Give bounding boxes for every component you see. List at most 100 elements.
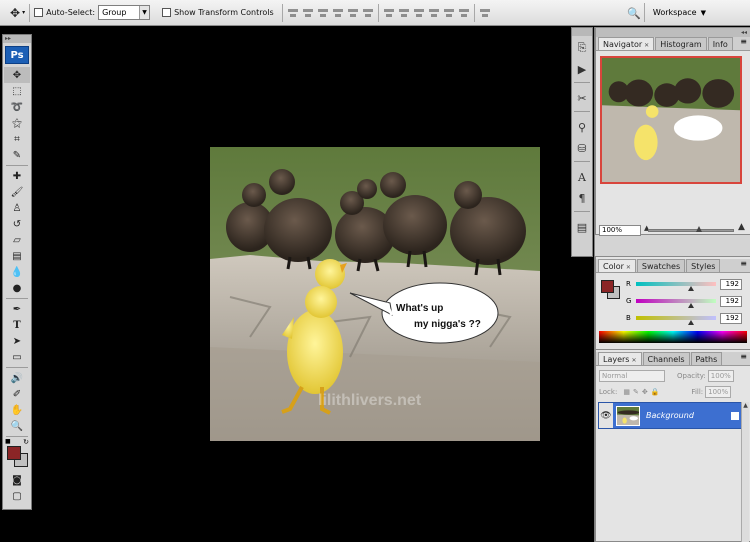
zoom-slider-knob[interactable] xyxy=(696,226,703,232)
scroll-up-icon[interactable]: ▲ xyxy=(742,402,749,410)
navigator-thumbnail[interactable] xyxy=(600,56,742,184)
opacity-field[interactable]: 100% xyxy=(707,369,734,382)
auto-select-dropdown[interactable]: Group ▼ xyxy=(98,5,151,20)
pen-tool-icon[interactable]: ✒ xyxy=(4,301,30,317)
blue-value-field[interactable]: 192 xyxy=(720,312,742,324)
shape-tool-icon[interactable]: ▭ xyxy=(4,349,30,365)
slice-tool-icon[interactable]: ✎ xyxy=(4,147,30,163)
tab-styles[interactable]: Styles xyxy=(686,259,721,272)
align-left-icon[interactable] xyxy=(332,7,344,19)
foreground-color-swatch[interactable] xyxy=(7,446,21,460)
color-foreground-swatch[interactable] xyxy=(601,280,614,293)
close-icon[interactable]: ✕ xyxy=(631,357,636,364)
history-brush-icon[interactable]: ↺ xyxy=(4,216,30,232)
zoom-tool-icon[interactable]: 🔍 xyxy=(4,418,30,434)
tab-paths[interactable]: Paths xyxy=(690,352,723,365)
path-selection-icon[interactable]: ➤ xyxy=(4,333,30,349)
align-top-icon[interactable] xyxy=(287,7,299,19)
tool-presets-icon[interactable]: ✂ xyxy=(573,89,591,107)
blend-mode-select[interactable]: Normal xyxy=(599,369,665,382)
paragraph-panel-icon[interactable]: ¶ xyxy=(573,189,591,207)
notes-tool-icon[interactable]: 🔊 xyxy=(4,370,30,386)
navigator-zoom-field[interactable]: 100% xyxy=(599,225,641,236)
auto-select-checkbox[interactable] xyxy=(34,8,44,17)
toolbox-grip[interactable]: ▸▸ xyxy=(3,35,31,43)
eye-icon[interactable]: 👁 xyxy=(599,403,613,428)
actions-panel-icon[interactable]: ▶ xyxy=(573,60,591,78)
clone-source-icon[interactable]: ⛁ xyxy=(573,139,591,157)
close-icon[interactable]: ✕ xyxy=(644,42,649,49)
fill-field[interactable]: 100% xyxy=(705,385,732,398)
default-colors-icon[interactable]: ■ xyxy=(5,438,11,445)
layers-scrollbar[interactable]: ▲ xyxy=(741,402,749,542)
tab-channels[interactable]: Channels xyxy=(642,352,690,365)
distribute-top-icon[interactable] xyxy=(383,7,395,19)
tab-swatches[interactable]: Swatches xyxy=(636,259,686,272)
distribute-hcenter-icon[interactable] xyxy=(443,7,455,19)
align-bottom-icon[interactable] xyxy=(317,7,329,19)
tab-navigator[interactable]: Navigator ✕ xyxy=(598,37,655,50)
close-icon[interactable]: ✕ xyxy=(626,264,631,271)
layer-name[interactable]: Background xyxy=(646,411,731,420)
move-tool-icon[interactable]: ✥ xyxy=(4,67,30,83)
brushes-panel-icon[interactable]: ⚲ xyxy=(573,118,591,136)
align-hcenter-icon[interactable] xyxy=(347,7,359,19)
panel-menu-icon[interactable]: ≡ xyxy=(740,352,747,365)
screen-mode-icon[interactable]: ▢ xyxy=(4,488,30,504)
panel-menu-icon[interactable]: ≡ xyxy=(740,259,747,272)
history-panel-icon[interactable]: ⎘ xyxy=(573,39,591,57)
quick-mask-icon[interactable]: ◙ xyxy=(4,472,30,488)
lock-image-icon[interactable]: ✎ xyxy=(633,388,639,396)
type-tool-icon[interactable]: T xyxy=(4,317,30,333)
layer-comps-icon[interactable]: ▤ xyxy=(573,218,591,236)
workspace-button[interactable]: Workspace ▼ xyxy=(643,3,714,22)
distribute-right-icon[interactable] xyxy=(458,7,470,19)
green-slider-track[interactable] xyxy=(636,299,716,308)
crop-tool-icon[interactable]: ⌗ xyxy=(4,131,30,147)
green-slider-knob[interactable] xyxy=(688,303,694,308)
panel-menu-icon[interactable]: ≡ xyxy=(740,37,747,50)
layer-row-background[interactable]: 👁 Background xyxy=(598,402,748,429)
green-value-field[interactable]: 192 xyxy=(720,295,742,307)
preset-dropdown-arrow[interactable]: ▾ xyxy=(22,9,25,16)
gradient-tool-icon[interactable]: ▤ xyxy=(4,248,30,264)
hand-tool-icon[interactable]: ✋ xyxy=(4,402,30,418)
move-tool-preset-icon[interactable]: ✥ xyxy=(10,6,20,20)
align-right-icon[interactable] xyxy=(362,7,374,19)
lock-position-icon[interactable]: ✥ xyxy=(642,388,648,396)
lock-all-icon[interactable]: 🔒 xyxy=(651,388,660,396)
tab-layers[interactable]: Layers ✕ xyxy=(598,352,642,365)
distribute-left-icon[interactable] xyxy=(428,7,440,19)
blue-slider-knob[interactable] xyxy=(688,320,694,325)
magic-wand-tool-icon[interactable]: ⚝ xyxy=(4,115,30,131)
red-value-field[interactable]: 192 xyxy=(720,278,742,290)
character-panel-icon[interactable]: A xyxy=(573,168,591,186)
eyedropper-tool-icon[interactable]: ✐ xyxy=(4,386,30,402)
healing-brush-icon[interactable]: ✚ xyxy=(4,168,30,184)
document-canvas[interactable]: What's up my nigga's ?? lilithlivers.net xyxy=(210,147,540,441)
clone-stamp-icon[interactable]: ♙ xyxy=(4,200,30,216)
red-slider-knob[interactable] xyxy=(688,286,694,291)
tab-histogram[interactable]: Histogram xyxy=(655,37,707,50)
distribute-bottom-icon[interactable] xyxy=(413,7,425,19)
color-spectrum-bar[interactable] xyxy=(599,331,747,343)
red-slider-track[interactable] xyxy=(636,282,716,291)
swap-colors-icon[interactable]: ↻ xyxy=(23,438,29,446)
zoom-in-icon[interactable]: ▲ xyxy=(738,222,745,232)
distribute-vcenter-icon[interactable] xyxy=(398,7,410,19)
photoshop-logo[interactable]: Ps xyxy=(5,46,29,64)
bridge-icon[interactable]: 🔍 xyxy=(624,4,644,22)
auto-align-icon[interactable] xyxy=(479,7,491,19)
lasso-tool-icon[interactable]: ➰ xyxy=(4,99,30,115)
brush-tool-icon[interactable]: 🖌 xyxy=(4,184,30,200)
panel-grip[interactable]: ◂◂ xyxy=(596,28,750,37)
navigator-zoom-slider[interactable] xyxy=(648,226,734,232)
blur-tool-icon[interactable]: 💧 xyxy=(4,264,30,280)
show-transform-checkbox[interactable] xyxy=(162,8,172,17)
dodge-tool-icon[interactable]: ● xyxy=(4,280,30,296)
lock-transparency-icon[interactable]: ▦ xyxy=(623,388,630,396)
tab-color[interactable]: Color ✕ xyxy=(598,259,636,272)
dock-grip[interactable] xyxy=(572,28,592,36)
eraser-tool-icon[interactable]: ▱ xyxy=(4,232,30,248)
align-vcenter-icon[interactable] xyxy=(302,7,314,19)
